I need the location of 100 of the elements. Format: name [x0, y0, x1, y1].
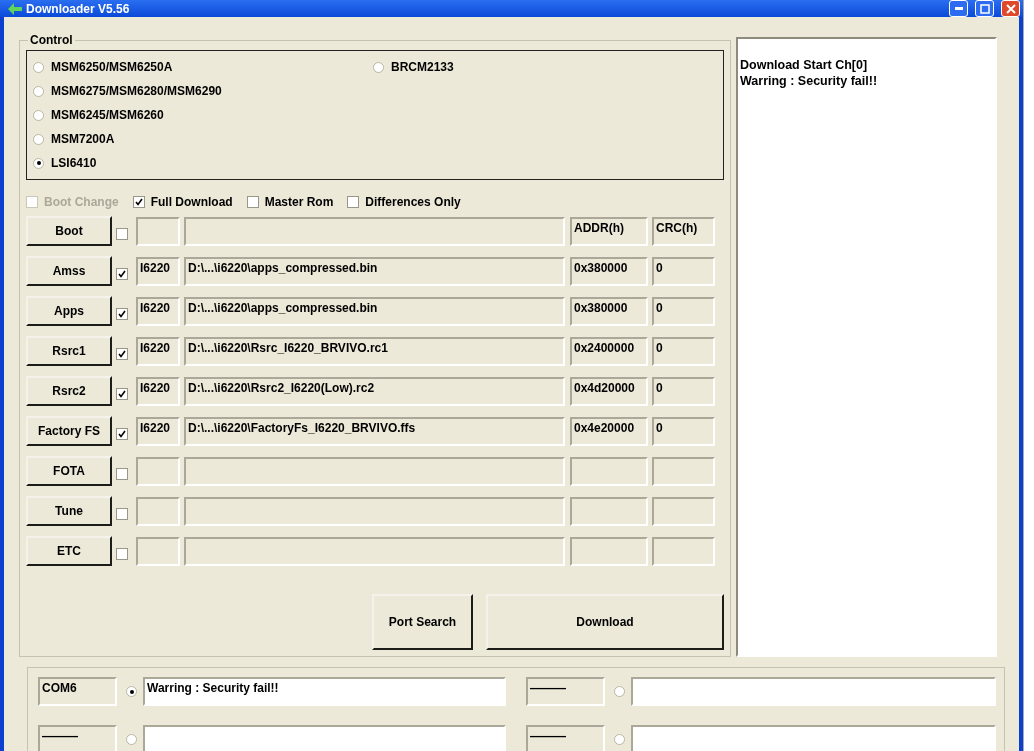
checkbox-label: Differences Only	[365, 195, 461, 209]
path-field[interactable]: D:\...\i6220\Rsrc2_I6220(Low).rc2	[184, 376, 565, 406]
address-field[interactable]: 0x380000	[570, 296, 648, 326]
address-field[interactable]	[570, 456, 648, 486]
crc-field[interactable]: 0	[652, 256, 715, 286]
radio-button[interactable]	[614, 686, 625, 697]
crc-field[interactable]: 0	[652, 296, 715, 326]
radio-button[interactable]	[126, 734, 137, 745]
image-button[interactable]: Rsrc2	[26, 376, 112, 406]
check-icon	[118, 270, 126, 278]
path-field[interactable]	[184, 216, 565, 246]
address-field[interactable]	[570, 496, 648, 526]
checkbox[interactable]	[246, 196, 259, 208]
checkbox-label: Master Rom	[264, 195, 334, 209]
crc-field[interactable]: 0	[652, 416, 715, 446]
minimize-icon	[954, 7, 963, 10]
port-search-button[interactable]: Port Search	[372, 594, 473, 650]
image-button[interactable]: Apps	[26, 296, 112, 326]
checkbox[interactable]	[116, 228, 128, 240]
port-field: COM6	[38, 677, 117, 706]
checkbox[interactable]	[116, 508, 128, 520]
path-field[interactable]: D:\...\i6220\FactoryFs_I6220_BRVIVO.ffs	[184, 416, 565, 446]
radio-label: LSI6410	[51, 156, 97, 170]
model-field[interactable]: I6220	[136, 376, 180, 406]
checkbox[interactable]	[116, 348, 128, 360]
image-button[interactable]: Factory FS	[26, 416, 112, 446]
address-field[interactable]: 0x2400000	[570, 336, 648, 366]
model-field[interactable]: I6220	[136, 296, 180, 326]
model-field[interactable]	[136, 496, 180, 526]
checkbox-label: Boot Change	[44, 195, 119, 209]
group-title: Control	[29, 33, 74, 47]
address-field[interactable]: 0x4d20000	[570, 376, 648, 406]
check-icon	[118, 430, 126, 438]
address-field[interactable]: ADDR(h)	[570, 216, 648, 246]
radio-label: MSM6275/MSM6280/MSM6290	[51, 84, 222, 98]
model-field[interactable]: I6220	[136, 416, 180, 446]
path-field[interactable]: D:\...\i6220\apps_compressed.bin	[184, 296, 565, 326]
model-field[interactable]	[136, 536, 180, 566]
model-field[interactable]: I6220	[136, 336, 180, 366]
radio-button[interactable]	[33, 133, 44, 145]
check-icon	[118, 310, 126, 318]
minimize-button[interactable]	[949, 0, 968, 17]
port-field: ———	[38, 725, 117, 751]
path-field[interactable]: D:\...\i6220\Rsrc_I6220_BRVIVO.rc1	[184, 336, 565, 366]
check-icon	[134, 198, 143, 206]
port-field: ———	[526, 677, 605, 706]
model-field[interactable]: I6220	[136, 256, 180, 286]
close-icon	[1005, 3, 1016, 14]
image-button[interactable]: Rsrc1	[26, 336, 112, 366]
path-field[interactable]	[184, 456, 565, 486]
model-field[interactable]	[136, 216, 180, 246]
checkbox[interactable]	[116, 428, 128, 440]
model-field[interactable]	[136, 456, 180, 486]
crc-field[interactable]: CRC(h)	[652, 216, 715, 246]
log-line: Download Start Ch[0]	[740, 57, 869, 73]
radio-label: BRCM2133	[391, 60, 454, 74]
download-button[interactable]: Download	[486, 594, 724, 650]
checkbox[interactable]	[116, 548, 128, 560]
checkbox[interactable]	[116, 388, 128, 400]
radio-label: MSM6250/MSM6250A	[51, 60, 173, 74]
radio-button[interactable]	[614, 734, 625, 745]
status-field: Warring : Security fail!!	[143, 677, 506, 706]
checkbox[interactable]	[116, 308, 128, 320]
arrow-icon	[8, 2, 22, 15]
crc-field[interactable]	[652, 456, 715, 486]
crc-field[interactable]	[652, 536, 715, 566]
radio-button[interactable]	[33, 61, 44, 73]
address-field[interactable]: 0x4e20000	[570, 416, 648, 446]
address-field[interactable]: 0x380000	[570, 256, 648, 286]
address-field[interactable]	[570, 536, 648, 566]
image-button[interactable]: Tune	[26, 496, 112, 526]
radio-button[interactable]	[33, 157, 44, 169]
crc-field[interactable]: 0	[652, 376, 715, 406]
radio-button[interactable]	[373, 61, 384, 73]
checkbox[interactable]	[347, 196, 360, 208]
checkbox[interactable]	[116, 468, 128, 480]
path-field[interactable]: D:\...\i6220\apps_compressed.bin	[184, 256, 565, 286]
image-button[interactable]: FOTA	[26, 456, 112, 486]
path-field[interactable]	[184, 536, 565, 566]
log-line: Warring : Security fail!!	[740, 73, 879, 89]
port-field: ———	[526, 725, 605, 751]
image-button[interactable]: ETC	[26, 536, 112, 566]
check-icon	[118, 390, 126, 398]
image-button[interactable]: Boot	[26, 216, 112, 246]
window-title: Downloader V5.56	[26, 1, 131, 16]
radio-label: MSM7200A	[51, 132, 115, 146]
image-button[interactable]: Amss	[26, 256, 112, 286]
radio-button[interactable]	[126, 686, 137, 697]
maximize-button[interactable]	[975, 0, 994, 17]
maximize-icon	[979, 3, 990, 14]
radio-button[interactable]	[33, 109, 44, 121]
path-field[interactable]	[184, 496, 565, 526]
checkbox[interactable]	[116, 268, 128, 280]
check-icon	[118, 350, 126, 358]
close-button[interactable]	[1001, 0, 1020, 17]
crc-field[interactable]	[652, 496, 715, 526]
radio-button[interactable]	[33, 85, 44, 97]
crc-field[interactable]: 0	[652, 336, 715, 366]
checkbox[interactable]	[132, 196, 145, 208]
checkbox-label: Full Download	[150, 195, 233, 209]
